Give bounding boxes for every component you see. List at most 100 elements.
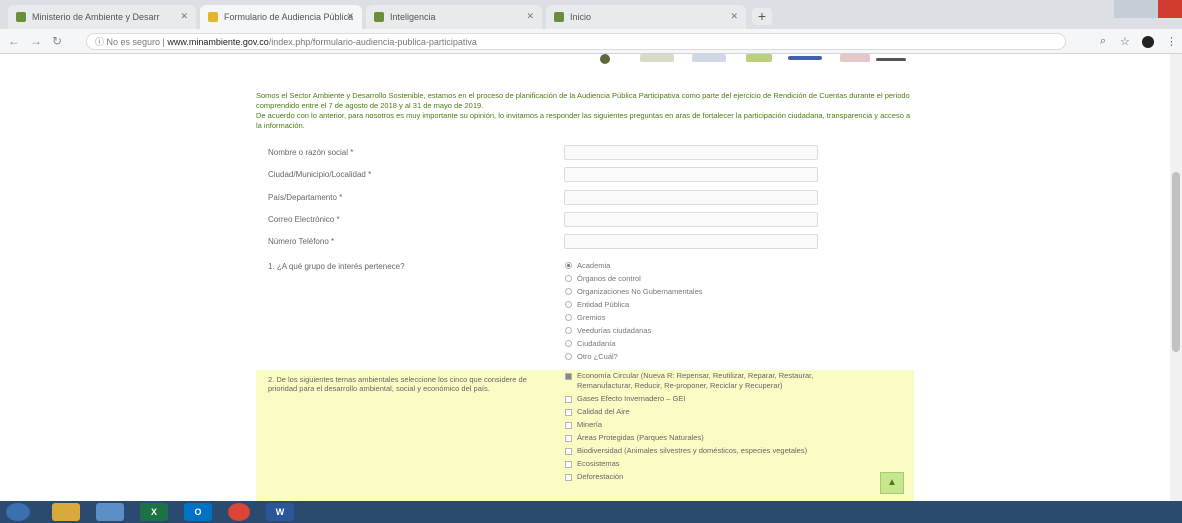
radio-option[interactable]: Ciudadanía [565, 337, 703, 350]
scroll-to-top-button[interactable]: ▲ [880, 472, 904, 494]
checkbox-icon[interactable] [565, 435, 572, 442]
radio-icon[interactable] [565, 314, 572, 321]
country-input[interactable] [564, 190, 818, 205]
radio-icon[interactable] [565, 340, 572, 347]
url-bar[interactable]: ⓘ No es seguro | www.minambiente.gov.co … [86, 33, 1066, 50]
checkbox-icon[interactable] [565, 373, 572, 380]
radio-option[interactable]: Organizaciones No Gubernamentales [565, 285, 703, 298]
checkbox-option[interactable]: Calidad del Aire [565, 407, 865, 417]
checkbox-option[interactable]: Biodiversidad (Animales silvestres y dom… [565, 446, 865, 456]
excel-icon[interactable]: X [140, 503, 168, 521]
intro-paragraph: De acuerdo con lo anterior, para nosotro… [256, 111, 911, 130]
page-content: Somos el Sector Ambiente y Desarrollo So… [0, 54, 1182, 501]
arrow-up-icon: ▲ [887, 477, 897, 488]
menu-icon[interactable]: ⋮ [1166, 35, 1177, 48]
reload-icon[interactable]: ↻ [52, 34, 62, 48]
close-icon[interactable]: ✕ [526, 11, 534, 22]
back-icon[interactable]: ← [8, 34, 20, 48]
logo-icon [640, 54, 674, 62]
tab-title: Inicio [570, 12, 592, 22]
radio-option[interactable]: Órganos de control [565, 272, 703, 285]
option-label: Gremios [577, 313, 606, 322]
logo-icon [600, 54, 610, 64]
checkbox-option[interactable]: Áreas Protegidas (Parques Naturales) [565, 433, 865, 443]
question-2-label: 2. De los siguientes temas ambientales s… [268, 375, 527, 393]
bookmark-star-icon[interactable]: ☆ [1120, 35, 1130, 48]
radio-option[interactable]: Academia [565, 259, 703, 272]
radio-option[interactable]: Veedurías ciudadanas [565, 324, 703, 337]
ie-icon[interactable] [96, 503, 124, 521]
profile-button[interactable] [1114, 0, 1158, 18]
outlook-icon[interactable]: O [184, 503, 212, 521]
option-label: Áreas Protegidas (Parques Naturales) [577, 433, 704, 442]
window-close-button[interactable] [1158, 0, 1182, 18]
zoom-icon[interactable]: ⌕ [1100, 35, 1106, 48]
option-label: Deforestación [577, 472, 624, 481]
option-label: Veedurías ciudadanas [577, 326, 652, 335]
radio-option[interactable]: Otro ¿Cuál? [565, 350, 703, 363]
tab-title: Ministerio de Ambiente y Desarr [32, 12, 160, 22]
checkbox-icon[interactable] [565, 422, 572, 429]
question-2-options: Economía Circular (Nueva R: Repensar, Re… [565, 371, 865, 485]
field-label: Ciudad/Municipio/Localidad * [268, 170, 372, 179]
checkbox-option[interactable]: Economía Circular (Nueva R: Repensar, Re… [565, 371, 865, 391]
logo-icon [692, 54, 726, 62]
radio-icon[interactable] [565, 288, 572, 295]
new-tab-button[interactable]: + [752, 8, 772, 25]
close-icon[interactable]: ✕ [346, 11, 354, 22]
forward-icon[interactable]: → [30, 34, 42, 48]
close-icon[interactable]: ✕ [730, 11, 738, 22]
browser-tab-bar: Ministerio de Ambiente y Desarr ✕ Formul… [0, 0, 1182, 29]
favicon-icon [208, 12, 218, 22]
email-field[interactable] [564, 212, 818, 227]
radio-option[interactable]: Gremios [565, 311, 703, 324]
close-icon[interactable]: ✕ [180, 11, 188, 22]
field-row-city: Ciudad/Municipio/Localidad * [268, 167, 820, 183]
logo-icon [876, 58, 906, 61]
checkbox-icon[interactable] [565, 448, 572, 455]
browser-tab-3[interactable]: Inteligencia ✕ [366, 5, 542, 29]
field-row-name: Nombre o razón social * [268, 145, 820, 161]
radio-option[interactable]: Entidad Pública [565, 298, 703, 311]
field-label: Número Teléfono * [268, 237, 335, 246]
radio-icon[interactable] [565, 275, 572, 282]
browser-tab-2[interactable]: Formulario de Audiencia Pública ✕ [200, 5, 362, 29]
info-icon[interactable]: ⓘ [95, 35, 107, 48]
logo-icon [840, 54, 870, 62]
checkbox-option[interactable]: Minería [565, 420, 865, 430]
checkbox-icon[interactable] [565, 409, 572, 416]
phone-input[interactable] [564, 234, 818, 249]
os-taskbar: X O W [0, 501, 1182, 523]
file-explorer-icon[interactable] [52, 503, 80, 521]
question-1-options: Academia Órganos de control Organizacion… [565, 259, 703, 363]
city-input[interactable] [564, 167, 818, 182]
logo-icon [788, 56, 822, 60]
radio-icon[interactable] [565, 327, 572, 334]
radio-icon[interactable] [565, 301, 572, 308]
checkbox-icon[interactable] [565, 396, 572, 403]
checkbox-icon[interactable] [565, 461, 572, 468]
intro-paragraph: Somos el Sector Ambiente y Desarrollo So… [256, 91, 910, 110]
checkbox-option[interactable]: Ecosistemas [565, 459, 865, 469]
tab-title: Inteligencia [390, 12, 436, 22]
chrome-icon[interactable] [228, 503, 250, 521]
page-scrollbar[interactable] [1170, 54, 1182, 501]
avatar[interactable] [1142, 36, 1154, 48]
favicon-icon [16, 12, 26, 22]
option-label: Ciudadanía [577, 339, 616, 348]
start-button[interactable] [6, 503, 30, 521]
checkbox-option[interactable]: Gases Efecto Invernadero – GEI [565, 394, 865, 404]
browser-tab-4[interactable]: Inicio ✕ [546, 5, 746, 29]
radio-icon[interactable] [565, 262, 572, 269]
browser-tab-1[interactable]: Ministerio de Ambiente y Desarr ✕ [8, 5, 196, 29]
scrollbar-thumb[interactable] [1172, 172, 1180, 352]
field-row-phone: Número Teléfono * [268, 234, 820, 250]
option-label: Organizaciones No Gubernamentales [577, 287, 703, 296]
name-input[interactable] [564, 145, 818, 160]
word-icon[interactable]: W [266, 503, 294, 521]
checkbox-icon[interactable] [565, 474, 572, 481]
checkbox-option[interactable]: Deforestación [565, 472, 865, 482]
radio-icon[interactable] [565, 353, 572, 360]
favicon-icon [554, 12, 564, 22]
option-label: Calidad del Aire [577, 407, 630, 416]
